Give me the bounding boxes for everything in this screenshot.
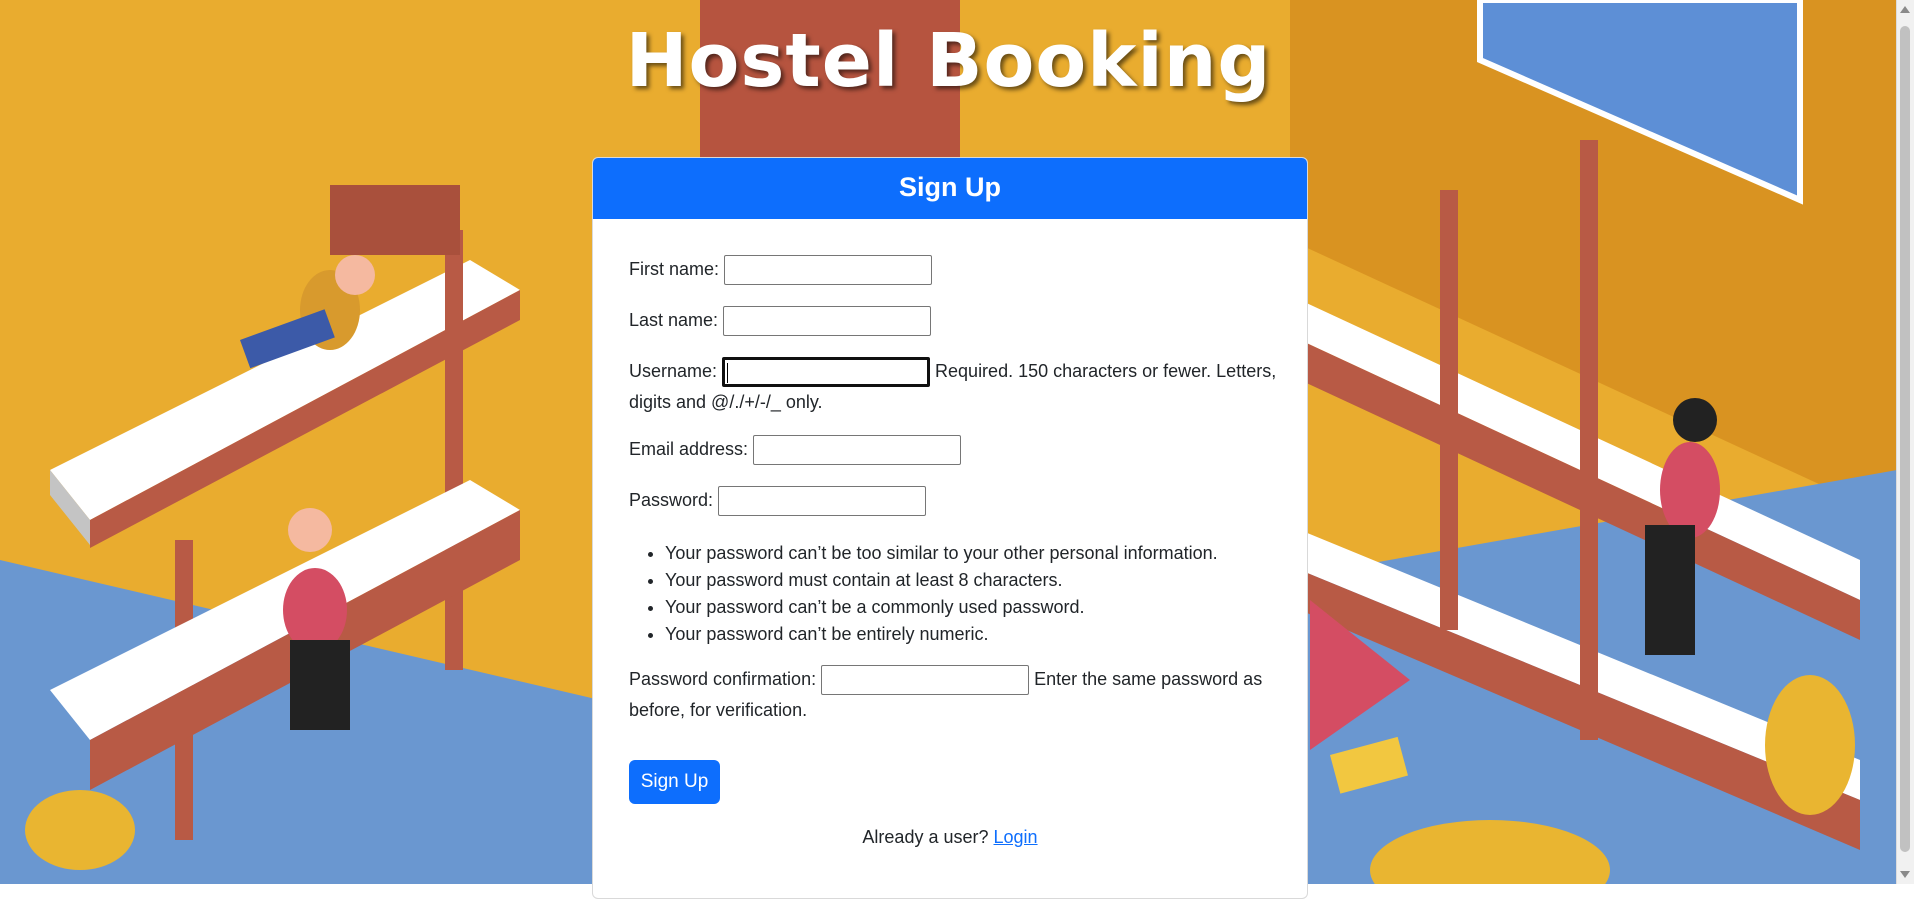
- username-help-text: Required. 150 characters or fewer. Lette…: [935, 361, 1277, 381]
- already-user-prompt: Already a user?: [862, 827, 989, 847]
- login-link[interactable]: Login: [994, 827, 1038, 847]
- signup-card: Sign Up First name: Last name: Username:…: [592, 157, 1308, 899]
- card-title: Sign Up: [593, 158, 1307, 219]
- sign-up-button[interactable]: Sign Up: [629, 760, 720, 804]
- first-name-label: First name:: [629, 259, 720, 279]
- text-caret: [727, 363, 729, 384]
- username-row: Username: Required. 150 characters or few…: [629, 356, 1279, 417]
- email-row: Email address:: [629, 434, 962, 466]
- username-input[interactable]: [722, 357, 931, 388]
- password-confirmation-row: Password confirmation: Enter the same pas…: [629, 664, 1279, 725]
- already-user-footer: Already a user? Login: [593, 822, 1307, 852]
- password-rule: Your password can’t be entirely numeric.: [665, 621, 1218, 648]
- password-confirmation-input[interactable]: [821, 665, 1030, 696]
- password-rule: Your password must contain at least 8 ch…: [665, 567, 1218, 594]
- password-confirmation-help-text: Enter the same password as: [1034, 669, 1263, 689]
- password-rule: Your password can’t be too similar to yo…: [665, 540, 1218, 567]
- last-name-row: Last name:: [629, 305, 932, 337]
- password-confirmation-help-text-continued: before, for verification.: [629, 700, 808, 721]
- password-label: Password:: [629, 490, 714, 510]
- scroll-down-arrow-icon[interactable]: [1900, 871, 1910, 878]
- email-input[interactable]: [753, 435, 962, 466]
- password-confirmation-label: Password confirmation:: [629, 669, 817, 689]
- last-name-input[interactable]: [723, 306, 932, 337]
- last-name-label: Last name:: [629, 310, 719, 330]
- password-row: Password:: [629, 485, 927, 517]
- username-help-text-continued: digits and @/./+/-/_ only.: [629, 392, 823, 413]
- email-label: Email address:: [629, 439, 749, 459]
- site-title: Hostel Booking: [625, 18, 1272, 104]
- scroll-up-arrow-icon[interactable]: [1900, 6, 1910, 13]
- password-rules-list: Your password can’t be too similar to yo…: [629, 540, 1218, 648]
- username-label: Username:: [629, 361, 718, 381]
- password-rule: Your password can’t be a commonly used p…: [665, 594, 1218, 621]
- first-name-input[interactable]: [724, 255, 933, 286]
- password-input[interactable]: [718, 486, 927, 517]
- scrollbar-thumb[interactable]: [1900, 26, 1910, 852]
- vertical-scrollbar[interactable]: [1896, 0, 1914, 884]
- first-name-row: First name:: [629, 254, 933, 286]
